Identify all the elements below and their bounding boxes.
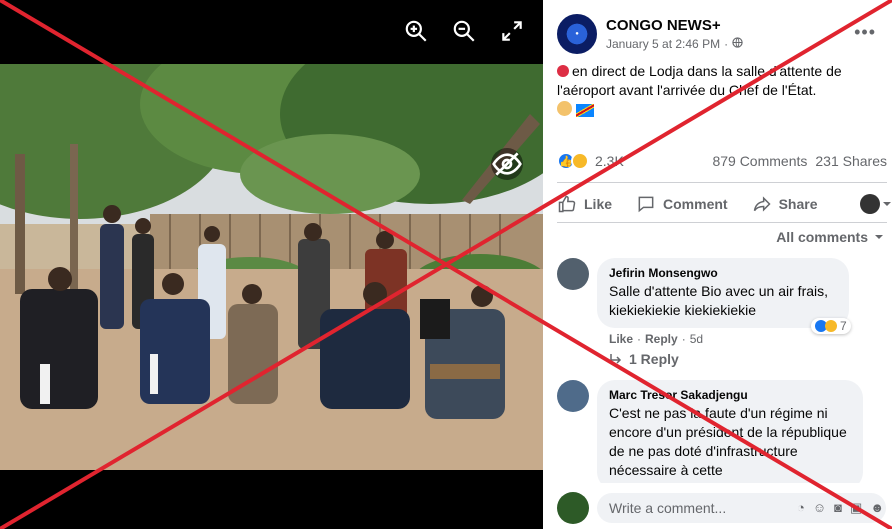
view-replies-link[interactable]: 1 Reply (609, 351, 679, 367)
comment-placeholder: Write a comment... (609, 500, 727, 516)
reactions-row: 👍 2.3K 879 Comments 231 Shares (557, 150, 887, 172)
share-label: Share (778, 196, 818, 212)
page-avatar[interactable]: ● (557, 14, 597, 54)
composer-tools: ◔ ☺ ◙ ▣ ☻ (797, 500, 884, 516)
comment-icon (638, 196, 654, 213)
current-user-avatar[interactable] (557, 492, 589, 524)
comment-reactions[interactable]: 7 (811, 318, 851, 334)
gif-icon[interactable]: ▣ (850, 500, 862, 516)
commenter-avatar[interactable] (557, 258, 589, 290)
comment-bubble: Marc Tresor Sakadjengu C'est ne pas la f… (597, 380, 863, 490)
page-name[interactable]: CONGO NEWS+ (606, 17, 743, 34)
like-button[interactable]: Like (557, 194, 612, 214)
fullscreen-icon[interactable] (499, 18, 525, 44)
post-panel: ● CONGO NEWS+ January 5 at 2:46 PM · •••… (543, 0, 892, 529)
haha-reaction-icon (571, 152, 589, 170)
globe-icon (732, 37, 743, 51)
comment-text: C'est ne pas la faute d'un régime ni enc… (609, 405, 847, 478)
drc-flag-icon (576, 104, 594, 117)
eye-off-icon[interactable] (491, 148, 523, 180)
thumbs-up-icon (558, 195, 576, 213)
zoom-in-icon[interactable] (403, 18, 429, 44)
comment-age[interactable]: 5d (690, 332, 703, 346)
sticker-icon[interactable]: ◔ (797, 500, 805, 516)
comment-label: Comment (663, 196, 728, 212)
separator: · (724, 37, 729, 51)
post-emojis (557, 101, 594, 117)
comment-meta: Like · Reply · 5d (609, 332, 704, 346)
chevron-down-icon (883, 202, 891, 206)
divider (557, 222, 887, 223)
user-avatar (860, 194, 880, 214)
commenter-avatar[interactable] (557, 380, 589, 412)
camera-icon[interactable]: ◙ (834, 500, 842, 516)
share-icon (753, 196, 771, 212)
comment-item: Marc Tresor Sakadjengu C'est ne pas la f… (557, 380, 863, 490)
replies-label: 1 Reply (629, 351, 679, 367)
person-emoji-icon (557, 101, 572, 116)
post-header: ● CONGO NEWS+ January 5 at 2:46 PM · (557, 14, 743, 54)
reaction-icons[interactable]: 👍 (557, 152, 589, 170)
post-text: en direct de Lodja dans la salle d'atten… (557, 62, 887, 100)
avatar-sticker-icon[interactable]: ☻ (870, 500, 884, 516)
comment-bubble: Jefirin Monsengwo Salle d'attente Bio av… (597, 258, 849, 328)
comment-like-link[interactable]: Like (609, 332, 633, 346)
comments-count[interactable]: 879 Comments (712, 153, 807, 169)
zoom-out-icon[interactable] (451, 18, 477, 44)
commenter-name[interactable]: Marc Tresor Sakadjengu (609, 388, 851, 402)
comment-text: Salle d'attente Bio avec un air frais, k… (609, 283, 829, 318)
emoji-icon[interactable]: ☺ (813, 500, 826, 516)
comments-filter[interactable]: All comments (776, 229, 884, 245)
reply-arrow-icon (610, 354, 622, 364)
shares-count[interactable]: 231 Shares (815, 153, 887, 169)
chevron-down-icon (875, 235, 883, 239)
photo-viewer (0, 0, 543, 529)
timestamp-text[interactable]: January 5 at 2:46 PM (606, 37, 720, 51)
haha-reaction-icon (825, 320, 837, 332)
commenter-name[interactable]: Jefirin Monsengwo (609, 266, 837, 280)
comments-filter-label: All comments (776, 229, 868, 245)
comment-button[interactable]: Comment (636, 194, 728, 214)
reaction-as-selector[interactable] (860, 194, 892, 214)
more-options-icon[interactable]: ••• (854, 22, 876, 43)
post-actions: Like Comment Share (557, 188, 892, 220)
post-timestamp: January 5 at 2:46 PM · (606, 37, 743, 51)
comment-composer: Write a comment... ◔ ☺ ◙ ▣ ☻ (543, 483, 892, 529)
comment-reaction-count: 7 (840, 319, 847, 333)
red-circle-icon (557, 65, 569, 77)
comment-item: Jefirin Monsengwo Salle d'attente Bio av… (557, 258, 849, 346)
reaction-count[interactable]: 2.3K (595, 153, 624, 169)
comment-reply-link[interactable]: Reply (645, 332, 678, 346)
viewer-toolbar (403, 18, 525, 44)
post-text-body: en direct de Lodja dans la salle d'atten… (557, 63, 842, 98)
divider (557, 182, 887, 183)
share-button[interactable]: Share (752, 194, 818, 214)
post-photo[interactable] (0, 64, 543, 470)
like-label: Like (584, 196, 613, 212)
